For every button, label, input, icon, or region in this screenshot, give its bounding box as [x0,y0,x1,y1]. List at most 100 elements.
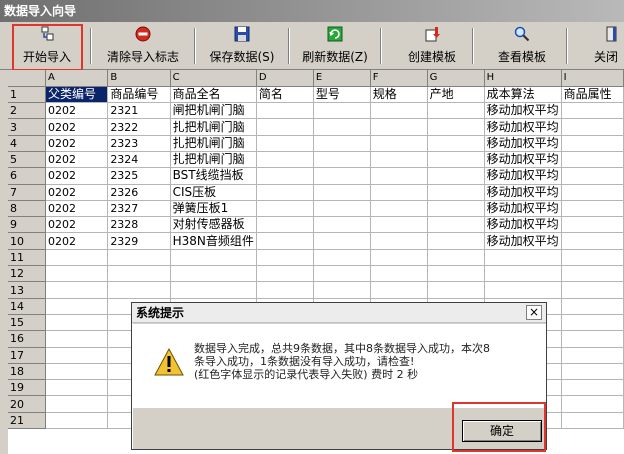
grid-cell[interactable] [256,167,314,185]
grid-cell[interactable] [45,298,109,315]
grid-cell[interactable] [107,249,171,267]
grid-cell[interactable] [313,102,371,120]
grid-cell[interactable] [370,200,428,218]
grid-cell[interactable] [427,151,485,169]
row-header[interactable]: 21 [8,412,46,430]
column-header[interactable]: E [313,70,371,87]
grid-cell[interactable] [561,347,624,364]
grid-cell[interactable] [256,151,314,169]
column-header[interactable]: D [256,70,314,87]
grid-cell[interactable] [561,265,624,283]
row-header[interactable]: 17 [8,347,46,364]
grid-cell[interactable] [170,281,257,299]
grid-cell[interactable] [561,184,624,201]
grid-cell[interactable]: 商品全名 [170,86,257,104]
grid-cell[interactable] [561,151,624,169]
row-header[interactable]: 8 [8,200,46,218]
save-data-button[interactable]: 保存数据(S) [204,24,280,68]
grid-cell[interactable] [313,184,371,201]
grid-cell[interactable] [313,135,371,152]
grid-cell[interactable] [256,102,314,120]
grid-cell[interactable] [561,330,624,348]
grid-cell[interactable] [313,151,371,169]
grid-cell[interactable]: 扎把机闸门脑 [170,118,257,136]
row-header[interactable]: 13 [8,281,46,299]
column-header[interactable]: F [370,70,428,87]
grid-cell[interactable]: 移动加权平均 [484,232,562,250]
grid-cell[interactable]: H38N音频组件 [170,232,257,250]
grid-cell[interactable]: 移动加权平均 [484,167,562,185]
grid-cell[interactable] [427,281,485,299]
grid-cell[interactable]: BST线缆挡板 [170,167,257,185]
grid-cell[interactable] [256,281,314,299]
grid-cell[interactable] [370,151,428,169]
grid-cell[interactable]: 移动加权平均 [484,135,562,152]
row-header[interactable]: 20 [8,395,46,413]
grid-cell[interactable] [370,118,428,136]
grid-cell[interactable] [370,281,428,299]
grid-cell[interactable]: 2323 [107,135,171,152]
grid-cell[interactable] [45,395,109,413]
grid-cell[interactable] [484,249,562,267]
grid-cell[interactable] [561,298,624,315]
grid-cell[interactable]: 0202 [45,184,109,201]
grid-cell[interactable] [370,184,428,201]
grid-cell[interactable]: 型号 [313,86,371,104]
grid-cell[interactable] [370,167,428,185]
grid-cell[interactable] [561,379,624,397]
grid-cell[interactable] [313,200,371,218]
grid-cell[interactable] [313,249,371,267]
grid-cell[interactable] [484,281,562,299]
grid-cell[interactable] [561,363,624,381]
grid-cell[interactable]: 2327 [107,200,171,218]
grid-cell[interactable] [370,265,428,283]
grid-cell[interactable]: 0202 [45,200,109,218]
column-header[interactable]: G [427,70,485,87]
row-header[interactable]: 14 [8,298,46,315]
grid-cell[interactable] [561,412,624,430]
grid-cell[interactable]: 弹簧压板1 [170,200,257,218]
close-button[interactable]: 关闭 [594,24,624,68]
grid-cell[interactable] [313,216,371,234]
grid-cell[interactable] [561,249,624,267]
row-header[interactable]: 2 [8,102,46,120]
grid-cell[interactable] [484,265,562,283]
grid-cell[interactable]: 0202 [45,216,109,234]
grid-cell[interactable]: 0202 [45,118,109,136]
grid-cell[interactable]: 扎把机闸门脑 [170,135,257,152]
grid-cell[interactable]: 0202 [45,232,109,250]
create-template-button[interactable]: 创建模板 [400,24,464,68]
row-header[interactable]: 11 [8,249,46,267]
grid-cell[interactable]: 2321 [107,102,171,120]
row-header[interactable]: 4 [8,135,46,152]
grid-cell[interactable]: 移动加权平均 [484,216,562,234]
grid-cell[interactable]: 2329 [107,232,171,250]
row-header[interactable]: 15 [8,314,46,332]
grid-cell[interactable] [427,118,485,136]
grid-cell[interactable] [561,102,624,120]
grid-cell[interactable]: 移动加权平均 [484,151,562,169]
column-header[interactable]: H [484,70,562,87]
grid-cell[interactable] [561,118,624,136]
grid-cell[interactable]: 扎把机闸门脑 [170,151,257,169]
column-header[interactable]: C [170,70,257,87]
grid-cell[interactable]: 2324 [107,151,171,169]
grid-cell[interactable] [370,102,428,120]
row-header[interactable]: 12 [8,265,46,283]
grid-cell[interactable] [561,167,624,185]
grid-cell[interactable]: 成本算法 [484,86,562,104]
grid-cell[interactable] [427,184,485,201]
grid-cell[interactable]: 2328 [107,216,171,234]
grid-cell[interactable] [45,249,109,267]
grid-cell[interactable] [427,265,485,283]
row-header[interactable]: 3 [8,118,46,136]
grid-cell[interactable] [256,200,314,218]
grid-cell[interactable] [313,232,371,250]
grid-cell[interactable] [45,265,109,283]
grid-cell[interactable]: 闸把机闸门脑 [170,102,257,120]
grid-cell[interactable] [256,249,314,267]
grid-cell[interactable]: 对射传感器板 [170,216,257,234]
grid-cell[interactable] [561,216,624,234]
grid-cell[interactable] [170,265,257,283]
clear-import-flag-button[interactable]: 清除导入标志 [100,24,186,68]
